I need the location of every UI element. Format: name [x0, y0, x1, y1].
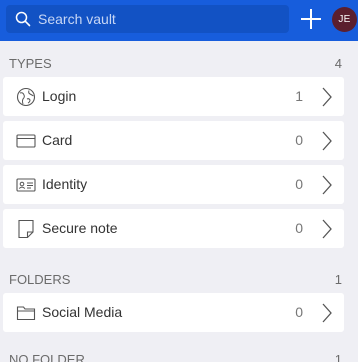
type-item-label: Identity — [42, 176, 88, 192]
chevron-right-icon — [322, 131, 332, 151]
type-item-secure-note[interactable]: Secure note 0 — [3, 209, 344, 248]
type-item-login[interactable]: Login 1 — [3, 77, 344, 116]
chevron-right-icon — [322, 219, 332, 239]
plus-icon[interactable] — [298, 6, 324, 32]
section-title: FOLDERS — [9, 272, 71, 287]
section-count: 1 — [334, 272, 342, 287]
no-folder-section-header: NO FOLDER 1 — [0, 347, 358, 362]
type-item-label: Card — [42, 132, 73, 148]
id-card-icon — [16, 178, 36, 192]
type-item-label: Login — [42, 88, 77, 104]
type-item-count: 0 — [295, 132, 303, 148]
credit-card-icon — [16, 134, 36, 148]
search-box[interactable] — [6, 5, 289, 33]
search-input[interactable] — [38, 5, 283, 33]
avatar[interactable]: JE — [332, 7, 357, 32]
globe-icon — [16, 87, 36, 107]
folder-icon — [16, 306, 36, 321]
app-header: JE — [0, 0, 358, 41]
folders-section-header: FOLDERS 1 — [0, 267, 358, 291]
type-item-card[interactable]: Card 0 — [3, 121, 344, 160]
folder-item-count: 0 — [295, 304, 303, 320]
section-count: 1 — [334, 352, 342, 362]
type-item-count: 0 — [295, 176, 303, 192]
folder-item-label: Social Media — [42, 304, 123, 320]
search-icon — [15, 11, 31, 27]
type-item-count: 1 — [295, 88, 303, 104]
folder-item-social-media[interactable]: Social Media 0 — [3, 293, 344, 332]
section-count: 4 — [334, 56, 342, 71]
chevron-right-icon — [322, 303, 332, 323]
chevron-right-icon — [322, 87, 332, 107]
section-title: TYPES — [9, 56, 52, 71]
note-icon — [18, 219, 34, 239]
type-item-label: Secure note — [42, 220, 118, 236]
types-section-header: TYPES 4 — [0, 51, 358, 75]
section-title: NO FOLDER — [9, 352, 85, 362]
chevron-right-icon — [322, 175, 332, 195]
type-item-identity[interactable]: Identity 0 — [3, 165, 344, 204]
type-item-count: 0 — [295, 220, 303, 236]
